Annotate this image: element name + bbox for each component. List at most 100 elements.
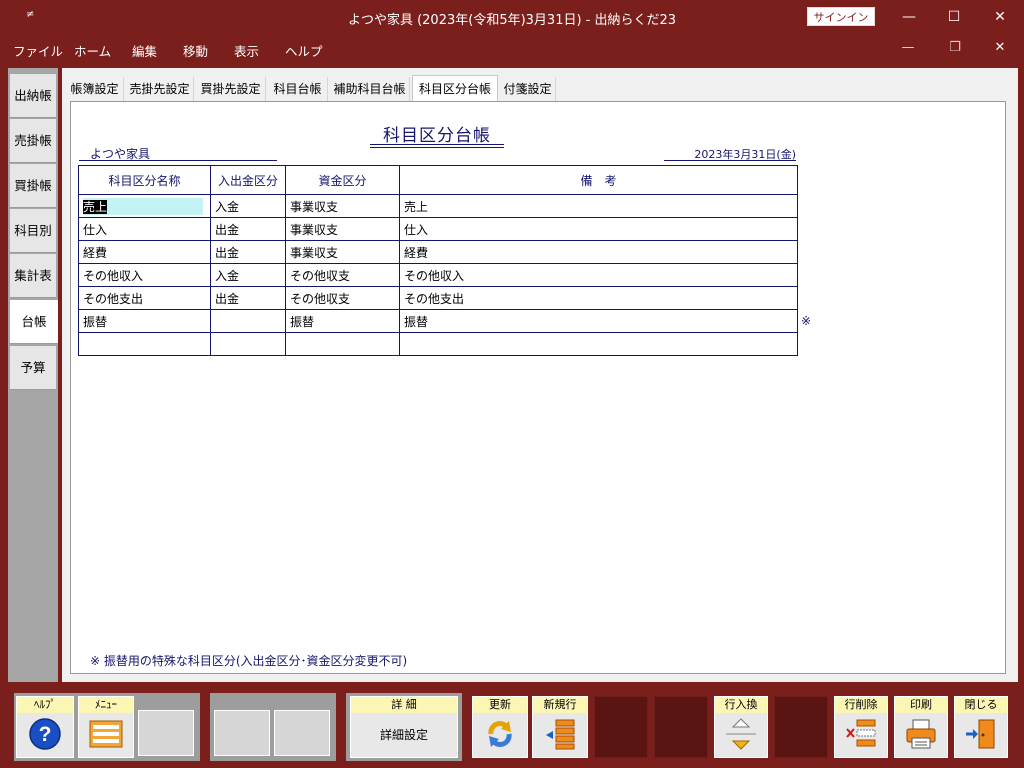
title-underline (370, 144, 504, 145)
menu-view[interactable]: 表示 (234, 41, 259, 60)
fund-type-cell[interactable]: その他収支 (285, 286, 400, 310)
tab-sub-account-ledger[interactable]: 補助科目台帳 (330, 77, 410, 101)
swap-rows-label: 行入換 (715, 697, 767, 713)
footnote: ※ 振替用の特殊な科目区分(入出金区分･資金区分変更不可) (90, 654, 408, 668)
detail-settings-button[interactable]: 詳 細 詳細設定 (350, 696, 458, 758)
sidebar-tab-cashbook[interactable]: 出納帳 (10, 74, 56, 118)
remarks-cell[interactable]: その他支出 (399, 286, 798, 310)
detail-settings-text: 詳細設定 (379, 727, 428, 742)
maximize-button[interactable]: ☐ (939, 6, 969, 28)
page-title: 科目区分台帳 (383, 126, 491, 146)
fund-type-cell[interactable] (285, 332, 400, 356)
sidebar: 出納帳 売掛帳 買掛帳 科目別 集計表 台帳 予算 (8, 68, 58, 682)
help-button[interactable]: ﾍﾙﾌﾟ ? (16, 696, 74, 758)
tab-payable-settings[interactable]: 買掛先設定 (196, 77, 266, 101)
refresh-icon (473, 713, 527, 755)
table-row[interactable]: 振替 振替 振替 (78, 309, 798, 333)
menu-button[interactable]: ﾒﾆｭｰ (78, 696, 134, 758)
table-row[interactable]: 経費 出金 事業収支 経費 (78, 240, 798, 264)
menu-help[interactable]: ヘルプ (285, 41, 323, 60)
menu-home[interactable]: ホーム (74, 41, 111, 60)
print-button[interactable]: 印刷 (894, 696, 948, 758)
empty-slot (274, 710, 330, 756)
delete-row-label: 行削除 (835, 697, 887, 713)
fund-type-cell[interactable]: 事業収支 (285, 217, 400, 241)
remarks-cell[interactable]: 仕入 (399, 217, 798, 241)
minimize-button[interactable]: — (894, 6, 924, 28)
remarks-cell[interactable]: その他収入 (399, 263, 798, 287)
new-row-button[interactable]: 新規行 (532, 696, 588, 758)
remarks-cell[interactable]: 振替 (399, 309, 798, 333)
table-row[interactable]: 仕入 出金 事業収支 仕入 (78, 217, 798, 241)
column-header: 科目区分名称 (78, 165, 211, 195)
swap-rows-button[interactable]: 行入換 (714, 696, 768, 758)
special-row-mark: ※ (801, 314, 812, 328)
cash-flow-type-cell[interactable] (210, 332, 286, 356)
category-name-cell[interactable]: その他支出 (78, 286, 211, 310)
menu-edit[interactable]: 編集 (132, 41, 157, 60)
category-name-text: 売上 (83, 199, 108, 214)
category-name-cell[interactable]: 経費 (78, 240, 211, 264)
tab-account-ledger[interactable]: 科目台帳 (268, 77, 328, 101)
menu-file[interactable]: ファイル (13, 41, 63, 60)
remarks-cell[interactable]: 経費 (399, 240, 798, 264)
tab-receivable-settings[interactable]: 売掛先設定 (126, 77, 194, 101)
table-header-row: 科目区分名称 入出金区分 資金区分 備 考 (78, 165, 798, 195)
menu-label: ﾒﾆｭｰ (79, 697, 133, 713)
category-name-cell[interactable]: 仕入 (78, 217, 211, 241)
refresh-button[interactable]: 更新 (472, 696, 528, 758)
cash-flow-type-cell[interactable]: 入金 (210, 263, 286, 287)
cash-flow-type-cell[interactable] (210, 309, 286, 333)
empty-slot (214, 710, 270, 756)
remarks-cell[interactable]: 売上 (399, 194, 798, 218)
remarks-cell[interactable] (399, 332, 798, 356)
mdi-minimize-button[interactable]: — (896, 40, 920, 55)
sidebar-tab-ledger[interactable]: 台帳 (10, 300, 58, 344)
table-row[interactable]: その他収入 入金 その他収支 その他収入 (78, 263, 798, 287)
selected-cell-editor[interactable]: 売上 (83, 197, 203, 215)
category-name-cell[interactable] (78, 332, 211, 356)
tab-sticky-note-settings[interactable]: 付箋設定 (500, 77, 556, 101)
table-row[interactable]: その他支出 出金 その他収支 その他支出 (78, 286, 798, 310)
mdi-close-button[interactable]: ✕ (988, 40, 1012, 55)
fund-type-cell[interactable]: 事業収支 (285, 240, 400, 264)
disabled-slot (774, 696, 828, 758)
cash-flow-type-cell[interactable]: 出金 (210, 286, 286, 310)
close-button[interactable]: ✕ (985, 6, 1015, 28)
category-name-cell[interactable]: その他収入 (78, 263, 211, 287)
toolbar-group-detail: 詳 細 詳細設定 (346, 693, 462, 761)
printer-icon (895, 713, 947, 755)
mdi-restore-button[interactable]: ❐ (943, 40, 967, 55)
category-name-cell[interactable]: 振替 (78, 309, 211, 333)
fund-type-cell[interactable]: その他収支 (285, 263, 400, 287)
delete-row-icon (835, 713, 887, 755)
fund-type-cell[interactable]: 振替 (285, 309, 400, 333)
sidebar-tab-by-account[interactable]: 科目別 (10, 209, 56, 253)
menu-move[interactable]: 移動 (183, 41, 208, 60)
swap-rows-icon (715, 713, 767, 755)
close-label: 閉じる (955, 697, 1007, 713)
sidebar-tab-receivables[interactable]: 売掛帳 (10, 119, 56, 163)
help-icon: ? (17, 713, 73, 755)
sidebar-tab-payables[interactable]: 買掛帳 (10, 164, 56, 208)
cash-flow-type-cell[interactable]: 入金 (210, 194, 286, 218)
fund-type-cell[interactable]: 事業収支 (285, 194, 400, 218)
empty-slot (138, 710, 194, 756)
category-name-cell[interactable]: 売上 (78, 194, 211, 218)
cash-flow-type-cell[interactable]: 出金 (210, 217, 286, 241)
signin-button[interactable]: サインイン (807, 7, 875, 26)
print-label: 印刷 (895, 697, 947, 713)
menu-icon (79, 713, 133, 755)
exit-door-icon (955, 713, 1007, 755)
tab-book-settings[interactable]: 帳簿設定 (66, 77, 124, 101)
delete-row-button[interactable]: 行削除 (834, 696, 888, 758)
table-row[interactable]: 売上 入金 事業収支 売上 (78, 194, 798, 218)
title-underline (370, 147, 504, 148)
sidebar-tab-budget[interactable]: 予算 (10, 346, 56, 390)
table-row[interactable] (78, 332, 798, 356)
title-bar: ≠ よつや家具 (2023年(令和5年)3月31日) - 出納らくだ23 サイン… (0, 0, 1024, 34)
tab-account-category-ledger[interactable]: 科目区分台帳 (412, 75, 498, 102)
sidebar-tab-summary[interactable]: 集計表 (10, 254, 56, 298)
cash-flow-type-cell[interactable]: 出金 (210, 240, 286, 264)
close-window-button[interactable]: 閉じる (954, 696, 1008, 758)
